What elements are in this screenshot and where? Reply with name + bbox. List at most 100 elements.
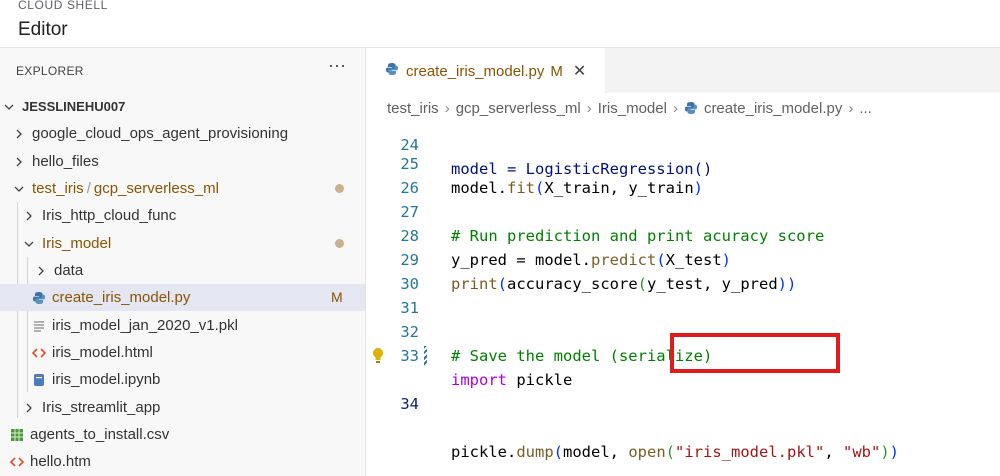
chevron-right-icon: › [848,99,854,117]
code-text: pickle.dump(model, open("iris_model.pkl"… [451,440,899,464]
file-label: hello.htm [30,453,91,470]
code-line: 25 model.fit(X_train, y_train) [367,128,1000,197]
breadcrumb-item[interactable]: test_iris [387,100,439,117]
chevron-right-icon [22,211,36,221]
code-text: import pickle [451,368,572,392]
chevron-right-icon [12,157,26,167]
code-area[interactable]: 24 model = LogisticRegression() 25 model… [367,121,1000,476]
code-line: 29 print(accuracy_score(y_test, y_pred)) [367,224,1000,293]
python-file-icon [385,62,399,80]
explorer-title: EXPLORER [16,64,84,78]
app-header: CLOUD SHELL Editor [0,0,1000,48]
modified-badge: M [550,62,563,80]
folder-test-iris-gcp-serverless[interactable]: test_iris / gcp_serverless_ml [0,175,365,202]
folder-label: Iris_model [42,235,112,252]
chevron-down-icon [12,184,26,194]
python-file-icon [684,101,698,115]
breadcrumb-item[interactable]: Iris_model [598,100,667,117]
code-string: "iris_model.pkl" [675,443,825,461]
folder-hello-files[interactable]: hello_files [0,148,365,175]
breadcrumb-item[interactable]: create_iris_model.py [704,100,842,117]
code-token: pickle [507,371,573,389]
csv-file-icon [10,428,24,442]
file-label: iris_model.ipynb [52,371,161,388]
code-line: 28 y_pred = model.predict(X_test) [367,200,1000,269]
code-line: 26 [367,152,1000,197]
folder-label: hello_files [32,153,99,170]
code-line: 30 [367,248,1000,293]
tab-bar: create_iris_model.py M ✕ [367,48,1000,93]
modified-gutter-marker [424,346,427,366]
breadcrumb-item[interactable]: ... [859,100,872,117]
workspace-root[interactable]: JESSLINEHU007 [0,93,365,120]
lightbulb-icon[interactable] [371,347,385,365]
text-file-icon [32,320,46,332]
line-number: 34 [400,395,419,413]
code-string: "wb" [843,443,881,461]
chevron-right-icon [34,266,48,276]
html-file-icon [10,456,24,468]
file-iris-model-html[interactable]: iris_model.html [0,339,365,366]
file-iris-model-ipynb[interactable]: iris_model.ipynb [0,366,365,393]
highlight-annotation-box [670,333,840,373]
code-token: ( [665,443,676,461]
breadcrumb-item[interactable]: gcp_serverless_ml [456,100,581,117]
folder-label: Iris_streamlit_app [42,399,161,416]
breadcrumb: test_iris › gcp_serverless_ml › Iris_mod… [387,97,872,119]
folder-label: gcp_serverless_ml [93,180,219,197]
chevron-right-icon: › [444,99,450,117]
folder-google-cloud-ops[interactable]: google_cloud_ops_agent_provisioning [0,120,365,147]
close-icon[interactable]: ✕ [573,61,586,81]
modified-dot [335,239,344,248]
code-line: 31 [367,272,1000,317]
code-token: ) [889,443,900,461]
app-title: Editor [18,19,68,40]
code-token: ) [880,443,890,461]
chevron-right-icon [22,403,36,413]
code-token: ( [553,443,564,461]
editor-pane: create_iris_model.py M ✕ test_iris › gcp… [367,48,1000,476]
folder-iris-streamlit-app[interactable]: Iris_streamlit_app [0,394,365,421]
code-token: dump [516,443,554,461]
folder-iris-http-cloud-func[interactable]: Iris_http_cloud_func [0,202,365,229]
tab-label: create_iris_model.py [406,62,545,80]
modified-badge: M [331,289,343,305]
notebook-file-icon [32,373,46,387]
folder-iris-model[interactable]: Iris_model [0,230,365,257]
code-line: 27 # Run prediction and print acuracy sc… [367,176,1000,245]
chevron-down-icon [22,239,36,249]
folder-label: Iris_http_cloud_func [42,207,177,224]
folder-label: data [54,262,84,279]
chevron-right-icon: › [672,99,678,117]
chevron-right-icon [12,129,26,139]
file-label: iris_model.html [52,344,153,361]
folder-label: test_iris [32,180,84,197]
file-agents-to-install-csv[interactable]: agents_to_install.csv [0,421,365,448]
python-file-icon [32,291,46,305]
workspace-root-label: JESSLINEHU007 [22,99,126,114]
file-hello-htm[interactable]: hello.htm [0,448,365,475]
code-keyword: import [451,371,507,389]
chevron-right-icon: › [586,99,592,117]
html-file-icon [32,347,46,359]
tab-create-iris-model[interactable]: create_iris_model.py M ✕ [367,48,605,93]
file-label: iris_model_jan_2020_v1.pkl [52,317,238,334]
code-token: open [628,443,666,461]
code-token: . [507,443,517,461]
code-token: model, [563,443,629,461]
more-actions-icon[interactable]: ··· [326,56,348,78]
file-label: agents_to_install.csv [30,426,170,443]
modified-dot [335,184,344,193]
path-separator: / [86,180,91,197]
chevron-down-icon [2,102,16,112]
file-iris-model-pkl[interactable]: iris_model_jan_2020_v1.pkl [0,312,365,339]
code-token: pickle [451,443,507,461]
file-create-iris-model-py[interactable]: create_iris_model.py M [0,284,365,311]
file-label: create_iris_model.py [52,289,191,306]
explorer-sidebar: EXPLORER ··· JESSLINEHU007 google_cloud_… [0,48,366,476]
folder-data[interactable]: data [0,257,365,284]
folder-label: google_cloud_ops_agent_provisioning [32,125,289,142]
app-kicker: CLOUD SHELL [18,0,108,12]
code-token: , [824,443,843,461]
code-line: 32 # Save the model (serialize) [367,296,1000,365]
